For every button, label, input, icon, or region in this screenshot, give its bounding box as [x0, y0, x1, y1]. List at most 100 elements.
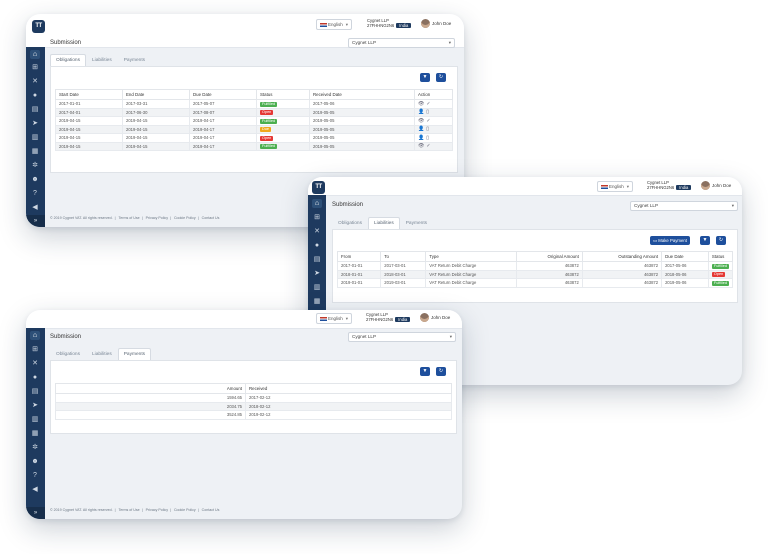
filter-button[interactable]: ▼ [700, 236, 710, 245]
chevron-down-icon: ▾ [731, 203, 734, 208]
footer-link-cookie[interactable]: Cookie Policy [174, 216, 196, 220]
send-icon[interactable]: ➤ [312, 269, 322, 278]
home-icon[interactable]: ⌂ [30, 331, 40, 340]
document-icon[interactable]: ▤ [30, 105, 40, 114]
filter-button[interactable]: ▼ [420, 367, 430, 376]
footer-link-cookie[interactable]: Cookie Policy [174, 508, 196, 512]
status-badge: Fulfilled [260, 118, 278, 124]
footer-link-terms[interactable]: Terms of Use [119, 216, 140, 220]
user-menu[interactable]: John Doe [701, 181, 731, 191]
report-list-icon[interactable]: ▦ [30, 429, 40, 438]
megaphone-icon[interactable]: ◀ [30, 485, 40, 494]
tab-liabilities[interactable]: Liabilities [86, 348, 118, 360]
footer-link-privacy[interactable]: Privacy Policy [146, 508, 168, 512]
company-info[interactable]: Cygnet LLP 27FHHNG2N6 India [367, 18, 412, 28]
table-row: 2034.75 2018-02-12 [55, 401, 452, 411]
company-select[interactable]: Cygnet LLP ▾ [348, 332, 456, 342]
user-icon[interactable]: 👤 [418, 126, 426, 132]
user-icon[interactable]: ● [30, 91, 40, 100]
tab-payments[interactable]: Payments [118, 54, 151, 66]
users-icon[interactable]: ☻ [30, 175, 40, 184]
check-icon[interactable]: ✓ [426, 118, 432, 124]
original-amount-cell: 463872 [515, 269, 583, 279]
footer-link-contact[interactable]: Contact Us [202, 508, 220, 512]
document-icon[interactable]: ▤ [30, 387, 40, 396]
status-cell: Fulfilled [256, 141, 310, 151]
refresh-button[interactable]: ↻ [436, 73, 446, 82]
avatar [701, 181, 710, 191]
send-icon[interactable]: ➤ [30, 119, 40, 128]
company-info[interactable]: Cygnet LLP 27FHHNG2N6 India [647, 180, 692, 190]
original-amount-cell: 463872 [515, 278, 583, 288]
tab-obligations[interactable]: Obligations [50, 54, 86, 66]
sidebar: ⌂ ⊞ ✕ ● ▤ ➤ ▥ ▦ ✲ ☻ ? ◀ » [26, 47, 45, 227]
refresh-button[interactable]: ↻ [716, 236, 726, 245]
users-icon[interactable]: ☻ [30, 457, 40, 466]
user-menu[interactable]: John Doe [420, 313, 450, 323]
chevron-down-icon: ▾ [626, 184, 630, 189]
footer-link-privacy[interactable]: Privacy Policy [146, 216, 168, 220]
tab-payments[interactable]: Payments [117, 348, 152, 360]
check-icon[interactable]: ✓ [426, 143, 432, 149]
col-received-date: Received Date [309, 89, 415, 100]
report-list-icon[interactable]: ▦ [30, 147, 40, 156]
user-menu[interactable]: John Doe [421, 19, 451, 29]
status-cell: Fulfilled [256, 116, 310, 126]
filter-button[interactable]: ▼ [420, 73, 430, 82]
refresh-button[interactable]: ↻ [436, 367, 446, 376]
gear-icon[interactable]: ✲ [30, 443, 40, 452]
tab-obligations[interactable]: Obligations [50, 348, 86, 360]
report-list-icon[interactable]: ▦ [312, 297, 322, 306]
sitemap-icon[interactable]: ⊞ [30, 345, 40, 354]
document-icon[interactable]: ▯ [426, 109, 431, 115]
language-select[interactable]: English ▾ [597, 181, 634, 192]
report-icon[interactable]: ▥ [312, 283, 322, 292]
document-icon[interactable]: ▯ [426, 135, 431, 141]
user-icon[interactable]: ● [30, 373, 40, 382]
sidebar-expand-icon[interactable]: » [26, 215, 45, 227]
tab-obligations[interactable]: Obligations [332, 217, 368, 229]
tools-icon[interactable]: ✕ [30, 359, 40, 368]
language-select[interactable]: English ▾ [316, 313, 353, 324]
end-date-cell: 2019-04-15 [122, 116, 190, 126]
make-payment-button[interactable]: ▭ Make Payment [650, 236, 690, 245]
help-icon[interactable]: ? [30, 189, 40, 198]
company-select[interactable]: Cygnet LLP ▾ [348, 38, 455, 48]
tab-payments[interactable]: Payments [400, 217, 433, 229]
company-select[interactable]: Cygnet LLP ▾ [630, 201, 738, 211]
check-icon[interactable]: ✓ [426, 101, 432, 107]
report-icon[interactable]: ▥ [30, 133, 40, 142]
sitemap-icon[interactable]: ⊞ [30, 63, 40, 72]
tab-liabilities[interactable]: Liabilities [86, 54, 118, 66]
amount-cell: 2034.75 [55, 401, 246, 411]
user-icon[interactable]: 👤 [418, 135, 426, 141]
tools-icon[interactable]: ✕ [30, 77, 40, 86]
company-info[interactable]: Cygnet LLP 27FHHNG2N6 India [366, 312, 411, 322]
document-icon[interactable]: ▤ [312, 255, 322, 264]
payments-table-body: 1594.65 2017-02-12 2034.75 2018-02-12 3524.8… [55, 393, 452, 420]
gear-icon[interactable]: ✲ [30, 161, 40, 170]
megaphone-icon[interactable]: ◀ [30, 203, 40, 212]
home-icon[interactable]: ⌂ [30, 50, 40, 59]
footer-link-contact[interactable]: Contact Us [202, 216, 220, 220]
tools-icon[interactable]: ✕ [312, 227, 322, 236]
sidebar-expand-icon[interactable]: » [26, 507, 45, 519]
user-icon[interactable]: 👤 [418, 109, 426, 115]
send-icon[interactable]: ➤ [30, 401, 40, 410]
received-date-cell: 2017-05-06 [309, 99, 415, 109]
report-icon[interactable]: ▥ [30, 415, 40, 424]
help-icon[interactable]: ? [30, 471, 40, 480]
sitemap-icon[interactable]: ⊞ [312, 213, 322, 222]
document-icon[interactable]: ▯ [426, 126, 431, 132]
table-row: 2019-04-15 2019-04-15 2019-04-17 Fulfilled 2… [55, 116, 453, 126]
footer-link-terms[interactable]: Terms of Use [119, 508, 140, 512]
language-select[interactable]: English ▾ [316, 19, 353, 30]
user-icon[interactable]: ● [312, 241, 322, 250]
home-icon[interactable]: ⌂ [312, 199, 322, 208]
status-badge: Due [260, 127, 271, 133]
page-title: Submission [50, 40, 82, 46]
tab-liabilities[interactable]: Liabilities [368, 217, 400, 229]
company-vat: 27FHHNG2N6 [366, 317, 394, 322]
page-title: Submission [332, 202, 364, 208]
status-badge: Fulfilled [711, 263, 729, 269]
